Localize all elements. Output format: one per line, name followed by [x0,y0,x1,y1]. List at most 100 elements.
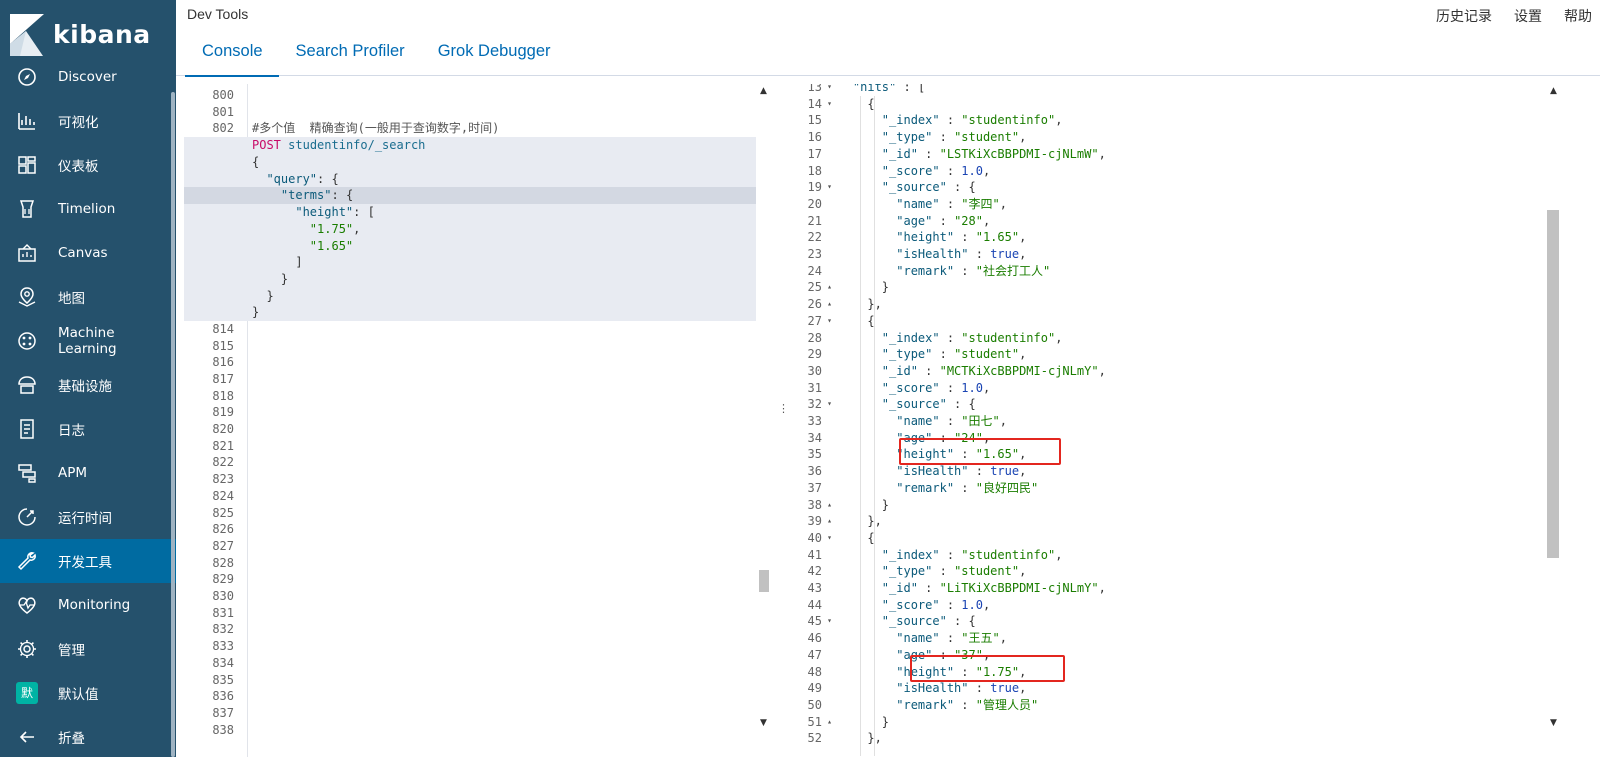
line-number: 828 [212,555,234,570]
tab-grok-debugger[interactable]: Grok Debugger [421,32,567,76]
output-line: "name" : "王五", [896,631,1007,646]
line-number: 835 [212,672,234,687]
output-line: "remark" : "管理人员" [896,697,1039,712]
output-line: "remark" : "良好四民" [896,480,1039,495]
output-line: "_type" : "student", [881,130,1027,145]
settings-link[interactable]: 设置 [1514,6,1542,26]
sidebar-item-canvas[interactable]: Canvas [0,231,176,275]
output-line: { [867,313,875,328]
output-line: "_score" : 1.0, [881,597,991,612]
sidebar-item-label: 默认值 [58,687,99,703]
line-number: 834 [212,655,234,670]
request-method: POST [252,138,281,152]
sidebar: kibana Discover 可视化 仪表板 Timelion Canvas 地图 Mac… [0,0,176,757]
line-number: 819 [212,405,234,420]
output-line: } [881,497,890,512]
output-line: "hits" : [ [852,84,926,94]
output-line: "_index" : "studentinfo", [881,330,1063,345]
editor-scroll-thumb[interactable] [759,570,769,592]
output-line: "_id" : "MCTKiXcBBPDMI-cjNLmY", [881,363,1106,378]
sidebar-item-chart[interactable]: 可视化 [0,99,176,143]
scroll-up-icon[interactable]: ▲ [760,86,767,96]
output-line: "_source" : { [881,397,976,412]
sidebar-scrollbar[interactable] [171,92,175,757]
sidebar-item-logs[interactable]: 日志 [0,407,176,451]
editor-scrollbar[interactable]: ▲ ▼ [756,84,772,757]
request-body-line: { [252,155,260,169]
map-icon [16,286,38,308]
editor-code-area[interactable]: #多个值 精确查询(一般用于查询数字,时间) POST studentinfo/… [184,84,817,757]
request-body-line: } [280,271,289,286]
uptime-icon [16,506,38,528]
sidebar-item-label: Canvas [58,245,108,261]
request-body-line: "height": [ [295,205,375,220]
output-line: "_score" : 1.0, [881,380,991,395]
sidebar-item-space-avatar[interactable]: 默 默认值 [0,671,176,715]
highlight-box-height-1-75 [910,655,1065,682]
output-scroll-down-icon[interactable]: ▼ [1550,718,1557,728]
gear-icon [16,638,38,660]
sidebar-item-dashboard[interactable]: 仪表板 [0,143,176,187]
output-scrollbar[interactable]: ▲ ▼ [1546,84,1560,734]
line-number: 814 [212,321,234,336]
output-line: }, [867,514,882,529]
brand-name[interactable]: kibana [53,20,151,49]
output-scroll-thumb[interactable] [1547,210,1559,558]
output-line: "_type" : "student", [881,347,1027,362]
sidebar-item-apm[interactable]: APM [0,451,176,495]
request-body-line: "query": { [266,171,339,186]
tab-search-profiler[interactable]: Search Profiler [279,32,421,76]
sidebar-item-compass[interactable]: Discover [0,55,176,99]
sidebar-item-heartbeat[interactable]: Monitoring [0,583,176,627]
response-output[interactable]: 13 ▾ 14 ▾ 15 16 17 18 19 ▾ 20 21 22 23 24 25 ▴ 26 ▴ 27 ▾ 28 29… [790,84,1600,757]
line-number: 821 [212,438,234,453]
canvas-icon [16,242,38,264]
output-line: "remark" : "社会打工人" [896,263,1051,278]
line-number: 822 [212,455,234,470]
output-line: "isHealth" : true, [896,247,1027,261]
infrastructure-icon [16,374,38,396]
sidebar-item-arrow-left[interactable]: 折叠 [0,715,176,757]
sidebar-item-gear[interactable]: 管理 [0,627,176,671]
sidebar-item-infrastructure[interactable]: 基础设施 [0,363,176,407]
code-comment: #多个值 精确查询(一般用于查询数字,时间) [252,121,500,135]
line-number: 802 [212,121,234,136]
line-number: 818 [212,388,234,403]
sidebar-item-label: 折叠 [58,731,85,747]
pane-resizer[interactable]: ⋮ [772,84,790,757]
arrow-left-icon [16,726,38,748]
help-link[interactable]: 帮助 [1564,6,1592,26]
output-scroll-up-icon[interactable]: ▲ [1550,86,1557,96]
apm-icon [16,462,38,484]
request-url: studentinfo/_search [288,138,426,152]
sidebar-item-label: Timelion [58,201,116,217]
tab-console[interactable]: Console [185,32,279,77]
chart-icon [16,110,38,132]
line-number: 817 [212,371,234,386]
line-number: 824 [212,488,234,503]
history-link[interactable]: 历史记录 [1436,6,1492,26]
line-number: 838 [212,722,234,737]
sidebar-item-uptime[interactable]: 运行时间 [0,495,176,539]
nav-list: Discover 可视化 仪表板 Timelion Canvas 地图 Machine Le… [0,55,176,757]
space-avatar-icon: 默 [16,682,38,704]
header: Dev Tools 历史记录 设置 帮助 Console Search Prof… [176,0,1600,77]
sidebar-item-timelion[interactable]: Timelion [0,187,176,231]
timelion-icon [16,198,38,220]
sidebar-item-wrench[interactable]: 开发工具 [0,539,176,583]
request-editor[interactable]: 800801802803804▾805▾806▾807▾808809810▴81… [184,84,817,757]
resize-grip-icon[interactable]: ⋮ [778,402,789,415]
request-highlight-gutter [184,137,248,321]
kibana-logo-icon[interactable] [10,14,44,56]
output-line: }, [867,297,882,312]
line-number: 815 [212,338,234,353]
sidebar-item-map[interactable]: 地图 [0,275,176,319]
output-line: "_score" : 1.0, [881,163,991,178]
line-number: 820 [212,422,234,436]
sidebar-item-label: Monitoring [58,597,131,613]
sidebar-item-ml[interactable]: Machine Learning [0,319,176,363]
request-line: POST studentinfo/_search [252,137,425,154]
sidebar-item-label: 运行时间 [58,511,112,527]
scroll-down-icon[interactable]: ▼ [760,718,767,728]
output-line: "_index" : "studentinfo", [881,113,1063,128]
